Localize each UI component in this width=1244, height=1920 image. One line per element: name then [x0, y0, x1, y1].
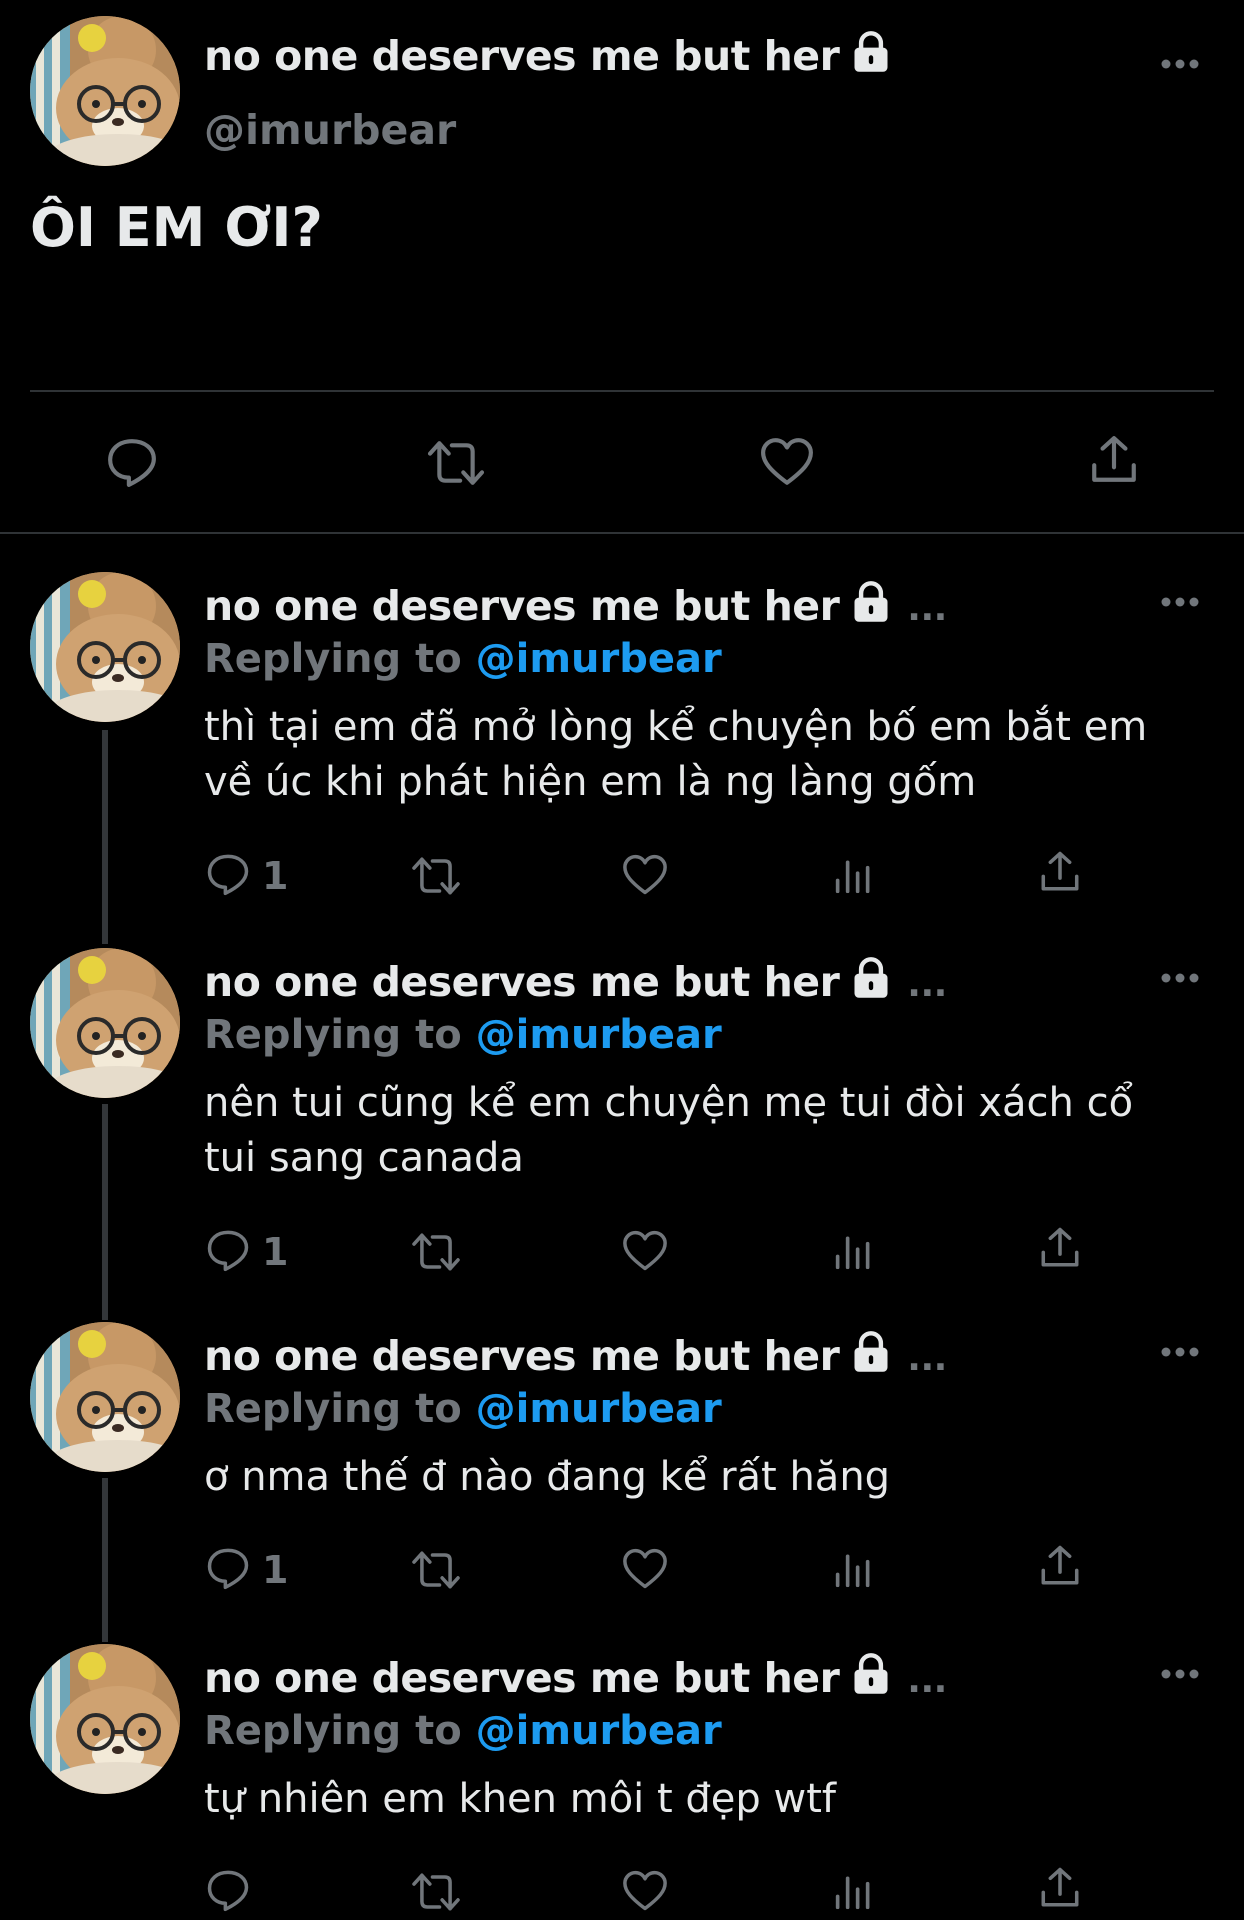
mention-link[interactable]: @imurbear — [476, 1708, 722, 1754]
more-options-icon[interactable] — [1160, 972, 1200, 984]
retweet-icon[interactable] — [410, 1870, 462, 1914]
like-icon[interactable] — [622, 1230, 668, 1272]
reply-tweet[interactable]: no one deserves me but her... Replying t… — [0, 1318, 1244, 1618]
share-icon[interactable] — [1088, 434, 1140, 486]
user-handle[interactable]: @imurbear — [204, 106, 456, 154]
replying-label: Replying to — [204, 1708, 462, 1754]
mention-link[interactable]: @imurbear — [476, 1386, 722, 1432]
display-name-text: no one deserves me but her — [204, 582, 840, 630]
share-icon[interactable] — [1038, 1866, 1082, 1910]
timestamp-ellipsis: ... — [907, 1338, 947, 1379]
display-name[interactable]: no one deserves me but her — [204, 30, 893, 80]
retweet-icon[interactable] — [410, 1230, 462, 1274]
lock-icon — [849, 30, 893, 74]
tweet-text: tự nhiên em khen môi t đẹp wtf — [204, 1776, 836, 1822]
reply-tweet[interactable]: no one deserves me but her... Replying t… — [0, 1640, 1244, 1920]
reply-icon[interactable] — [206, 1228, 250, 1272]
display-name[interactable]: no one deserves me but her... — [204, 1330, 947, 1380]
display-name[interactable]: no one deserves me but her... — [204, 956, 947, 1006]
like-icon[interactable] — [622, 1870, 668, 1912]
reply-icon[interactable] — [106, 436, 158, 488]
timestamp-ellipsis: ... — [907, 964, 947, 1005]
avatar[interactable] — [30, 572, 180, 722]
display-name-text: no one deserves me but her — [204, 1654, 840, 1702]
display-name[interactable]: no one deserves me but her... — [204, 1652, 947, 1702]
reply-count: 1 — [262, 1230, 289, 1274]
avatar[interactable] — [30, 16, 180, 166]
tweet-text: ÔI EM ƠI? — [30, 196, 323, 259]
display-name[interactable]: no one deserves me but her... — [204, 580, 947, 630]
avatar[interactable] — [30, 948, 180, 1098]
retweet-icon[interactable] — [410, 1548, 462, 1592]
section-divider — [0, 532, 1244, 534]
display-name-text: no one deserves me but her — [204, 958, 840, 1006]
share-icon[interactable] — [1038, 1544, 1082, 1588]
tweet-text: ơ nma thế đ nào đang kể rất hăng — [204, 1454, 891, 1500]
views-icon[interactable] — [834, 856, 874, 894]
more-options-icon[interactable] — [1160, 1346, 1200, 1358]
lock-icon — [849, 956, 893, 1000]
views-icon[interactable] — [834, 1550, 874, 1588]
views-icon[interactable] — [834, 1872, 874, 1910]
more-options-icon[interactable] — [1160, 596, 1200, 608]
replying-label: Replying to — [204, 1012, 462, 1058]
retweet-icon[interactable] — [426, 437, 486, 489]
replying-label: Replying to — [204, 636, 462, 682]
timestamp-ellipsis: ... — [907, 588, 947, 629]
display-name-text: no one deserves me but her — [204, 32, 840, 80]
display-name-text: no one deserves me but her — [204, 1332, 840, 1380]
reply-icon[interactable] — [206, 1546, 250, 1590]
retweet-icon[interactable] — [410, 854, 462, 898]
reply-tweet[interactable]: no one deserves me but her... Replying t… — [0, 570, 1244, 910]
like-icon[interactable] — [622, 1548, 668, 1590]
mention-link[interactable]: @imurbear — [476, 636, 722, 682]
replying-label: Replying to — [204, 1386, 462, 1432]
main-tweet: no one deserves me but her @imurbear ÔI … — [0, 0, 1244, 534]
more-options-icon[interactable] — [1160, 58, 1200, 70]
lock-icon — [849, 1652, 893, 1696]
replying-to: Replying to @imurbear — [204, 1012, 722, 1058]
reply-tweet[interactable]: no one deserves me but her... Replying t… — [0, 944, 1244, 1284]
replying-to: Replying to @imurbear — [204, 1386, 722, 1432]
tweet-text: thì tại em đã mở lòng kể chuyện bố em bắ… — [204, 704, 1148, 805]
avatar[interactable] — [30, 1322, 180, 1472]
like-icon[interactable] — [622, 854, 668, 896]
reply-icon[interactable] — [206, 1868, 250, 1912]
timestamp-ellipsis: ... — [907, 1660, 947, 1701]
mention-link[interactable]: @imurbear — [476, 1012, 722, 1058]
views-icon[interactable] — [834, 1232, 874, 1270]
lock-icon — [849, 1330, 893, 1374]
tweet-text: nên tui cũng kể em chuyện mẹ tui đòi xác… — [204, 1080, 1134, 1181]
replying-to: Replying to @imurbear — [204, 1708, 722, 1754]
more-options-icon[interactable] — [1160, 1668, 1200, 1680]
reply-count: 1 — [262, 1548, 289, 1592]
reply-icon[interactable] — [206, 852, 250, 896]
like-icon[interactable] — [760, 437, 814, 487]
replying-to: Replying to @imurbear — [204, 636, 722, 682]
avatar[interactable] — [30, 1644, 180, 1794]
share-icon[interactable] — [1038, 1226, 1082, 1270]
divider — [30, 390, 1214, 392]
reply-count: 1 — [262, 854, 289, 898]
lock-icon — [849, 580, 893, 624]
share-icon[interactable] — [1038, 850, 1082, 894]
